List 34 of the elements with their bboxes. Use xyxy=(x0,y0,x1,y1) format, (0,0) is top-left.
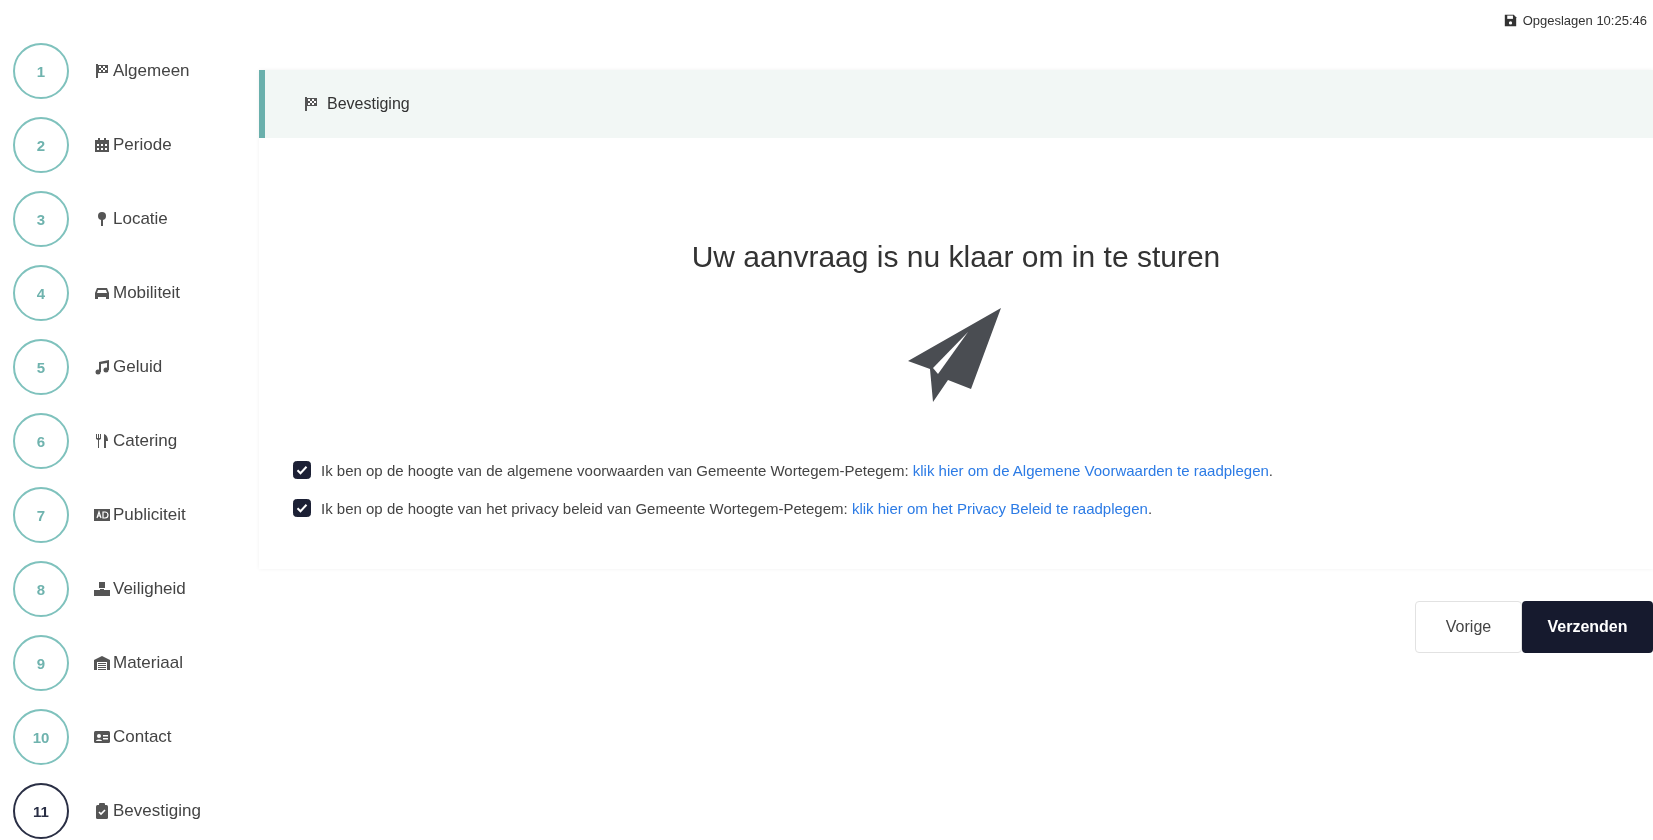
terms-link[interactable]: klik hier om de Algemene Voorwaarden te raadplegen xyxy=(912,461,1269,479)
agreement-text: Ik ben op de hoogte van het privacy beleid van Gemeente Wortegem-Petegem: klik hier om het Privacy Beleid te raadplegen. xyxy=(321,499,1153,517)
heading: Uw aanvraag is nu klaar om in te sturen xyxy=(690,240,1222,274)
previous-button[interactable]: Vorige xyxy=(1415,601,1522,653)
step-number[interactable]: 11 xyxy=(13,783,69,839)
step-link[interactable]: Publiciteit xyxy=(94,505,186,525)
save-icon xyxy=(1503,13,1517,27)
utensils-icon xyxy=(94,433,110,449)
terms-link[interactable]: klik hier om het Privacy Beleid te raadplegen xyxy=(851,499,1148,517)
step-link[interactable]: Mobiliteit xyxy=(94,283,181,303)
step-link[interactable]: Algemeen xyxy=(94,61,190,81)
checkbox[interactable] xyxy=(293,461,311,479)
car-icon xyxy=(94,285,110,301)
step-link[interactable]: Periode xyxy=(94,135,172,155)
flag-icon xyxy=(303,96,319,112)
flag-icon xyxy=(94,63,110,79)
submit-button[interactable]: Verzenden xyxy=(1522,601,1653,653)
music-note-icon xyxy=(94,359,110,375)
step-link[interactable]: Contact xyxy=(94,727,172,747)
step-link[interactable]: Materiaal xyxy=(94,653,183,673)
clipboard-check-icon xyxy=(94,803,110,819)
saved-status: Opgeslagen 10:25:46 xyxy=(1503,12,1647,28)
step-link[interactable]: Locatie xyxy=(94,209,168,229)
section-title: Bevestiging xyxy=(327,95,410,113)
warehouse-icon xyxy=(94,655,110,671)
step-link[interactable]: Bevestiging xyxy=(94,801,201,821)
step-link[interactable]: Geluid xyxy=(94,357,163,377)
agreement-text: Ik ben op de hoogte van de algemene voorwaarden van Gemeente Wortegem-Petegem: klik hier om de Algemene Voorwaarden te raadplegen. xyxy=(321,461,1273,479)
checkbox[interactable] xyxy=(293,499,311,517)
ad-icon xyxy=(94,507,110,523)
id-card-icon xyxy=(94,729,110,745)
step-link[interactable]: Catering xyxy=(94,431,178,451)
calendar-icon xyxy=(94,137,110,153)
step-link[interactable]: Veiligheid xyxy=(94,579,186,599)
